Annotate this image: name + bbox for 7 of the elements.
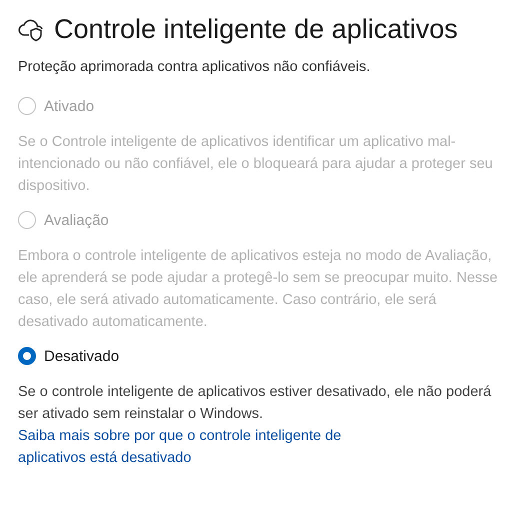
page-title: Controle inteligente de aplicativos [54,14,458,45]
learn-more-link[interactable]: Saiba mais sobre por que o controle inteligente de aplicativos está desativado [18,425,358,469]
option-description: Embora o controle inteligente de aplicativos esteja no modo de Avaliação, ele aprenderá se pode ajudar a protegê-lo sem se preocupar muito. Nesse caso, ele será ativado automaticamente. Caso contrário, ele será desativado automaticamente. [18,247,499,332]
option-description: Se o controle inteligente de aplicativos estiver desativado, ele não poderá ser ativado sem reinstalar o Windows. [18,383,492,424]
option-description: Se o Controle inteligente de aplicativos identificar um aplicativo mal-intencionado ou não confiável, ele o bloqueará para ajudar a proteger seu dispositivo. [18,133,494,196]
page-subtitle: Proteção aprimorada contra aplicativos não confiáveis. [18,59,372,75]
radio-option[interactable]: Desativado [18,347,120,365]
